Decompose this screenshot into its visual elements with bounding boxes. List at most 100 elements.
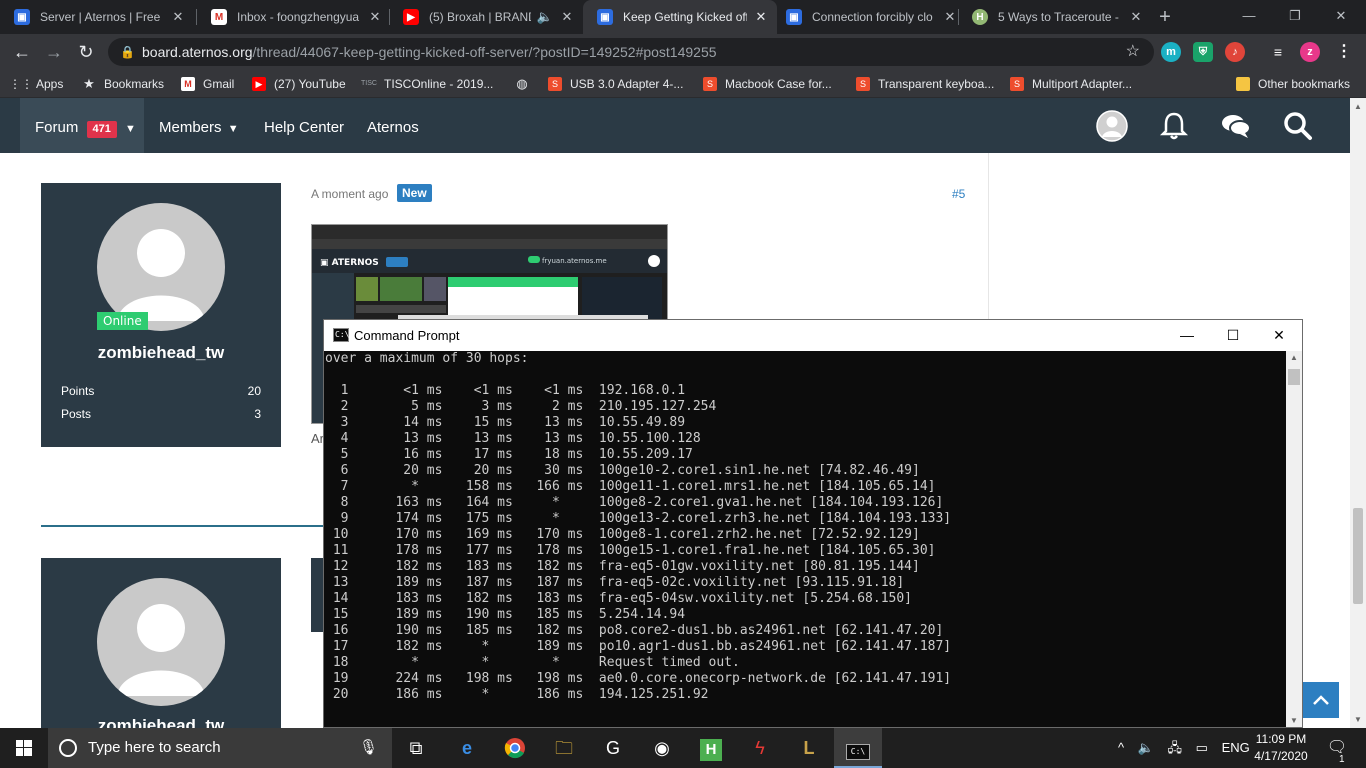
- browser-tab[interactable]: M Inbox - foongzhengyua ✕: [197, 0, 391, 34]
- kebab-menu-icon[interactable]: ⋮: [1334, 42, 1354, 62]
- cmd-scrollbar-thumb[interactable]: [1288, 369, 1300, 385]
- app-bolt-icon[interactable]: ϟ: [736, 728, 784, 768]
- reload-icon[interactable]: ↻: [74, 40, 98, 64]
- notification-badge: 471: [86, 121, 117, 138]
- music-extension-icon[interactable]: ♪: [1225, 42, 1245, 62]
- shield-extension-icon[interactable]: ⛨: [1193, 42, 1213, 62]
- scroll-up-arrow-icon[interactable]: ▲: [1290, 353, 1298, 362]
- app-circle-icon[interactable]: ◉: [638, 728, 686, 768]
- taskbar-clock[interactable]: 11:09 PM 4/17/2020: [1250, 731, 1312, 765]
- browser-tab-active[interactable]: ▣ Keep Getting Kicked off ✕: [583, 0, 777, 34]
- app-g-icon[interactable]: G: [589, 728, 637, 768]
- youtube-icon: ▶: [403, 9, 419, 25]
- bookmark-gmail[interactable]: M Gmail: [181, 70, 234, 98]
- command-prompt-taskbar-icon[interactable]: C:\: [834, 728, 882, 768]
- extension-m-icon[interactable]: m: [1161, 42, 1181, 62]
- cmd-console-output[interactable]: over a maximum of 30 hops: 1 <1 ms <1 ms…: [324, 351, 1286, 727]
- lock-icon[interactable]: 🔒: [120, 38, 135, 66]
- scroll-to-top-button[interactable]: [1303, 682, 1339, 718]
- browser-tab[interactable]: H 5 Ways to Traceroute - ✕: [958, 0, 1152, 34]
- scroll-down-arrow-icon[interactable]: ▼: [1290, 716, 1298, 725]
- chevron-down-icon: ▼: [125, 123, 136, 135]
- svg-text:fryuan.aternos.me: fryuan.aternos.me: [542, 257, 607, 265]
- app-h-icon[interactable]: H: [687, 728, 735, 768]
- minimize-icon[interactable]: —: [1226, 4, 1272, 28]
- post-number-link[interactable]: #5: [952, 187, 965, 201]
- language-indicator[interactable]: ENG: [1222, 740, 1250, 755]
- file-explorer-icon[interactable]: 🗀: [540, 728, 588, 768]
- task-view-icon[interactable]: ⧉: [392, 728, 440, 768]
- bookmark-usb-adapter[interactable]: S USB 3.0 Adapter 4-...: [548, 70, 683, 98]
- bookmark-globe[interactable]: ◍: [515, 70, 537, 98]
- address-bar[interactable]: 🔒 board.aternos.org/thread/44067-keep-ge…: [108, 38, 1154, 66]
- close-icon[interactable]: ✕: [559, 9, 575, 25]
- close-icon[interactable]: ✕: [753, 9, 769, 25]
- bookmark-macbook-case[interactable]: S Macbook Case for...: [703, 70, 832, 98]
- shopee-icon: S: [1010, 77, 1024, 91]
- bookmark-label: USB 3.0 Adapter 4-...: [570, 77, 684, 91]
- restore-icon[interactable]: ❐: [1272, 4, 1318, 28]
- cmd-scrollbar[interactable]: ▲ ▼: [1286, 351, 1302, 727]
- start-button[interactable]: [0, 728, 48, 768]
- new-tab-button[interactable]: +: [1154, 6, 1176, 28]
- bell-icon[interactable]: [1158, 110, 1190, 142]
- nav-forum[interactable]: Forum 471 ▼: [20, 98, 144, 153]
- username[interactable]: zombiehead_tw: [41, 343, 281, 363]
- nav-help-center[interactable]: Help Center: [264, 98, 344, 153]
- media-queue-icon[interactable]: ≡: [1268, 42, 1288, 62]
- scroll-up-arrow-icon[interactable]: ▲: [1354, 102, 1362, 111]
- close-icon[interactable]: ✕: [942, 9, 958, 25]
- search-placeholder: Type here to search: [88, 739, 221, 756]
- forward-icon[interactable]: →: [42, 40, 66, 64]
- microphone-icon[interactable]: 🎙: [359, 728, 378, 768]
- bookmark-apps[interactable]: ⋮⋮ Apps: [9, 70, 63, 98]
- bookmark-label: Multiport Adapter...: [1032, 77, 1133, 91]
- page-scrollbar[interactable]: ▲ ▼: [1350, 98, 1366, 728]
- bookmark-tisconline[interactable]: TISC TISCOnline - 2019...: [361, 70, 493, 98]
- nav-aternos[interactable]: Aternos: [367, 98, 419, 153]
- user-avatar-icon[interactable]: [1096, 110, 1128, 142]
- nav-members[interactable]: Members ▼: [159, 98, 239, 153]
- volume-icon[interactable]: 🔈: [1138, 740, 1154, 755]
- search-icon[interactable]: [1282, 110, 1314, 142]
- conversations-icon[interactable]: [1220, 110, 1252, 142]
- page-scrollbar-thumb[interactable]: [1353, 508, 1363, 604]
- bookmark-multiport-adapter[interactable]: S Multiport Adapter...: [1010, 70, 1132, 98]
- browser-tab[interactable]: ▶ (5) Broxah | BRAND 🔈 ✕: [389, 0, 583, 34]
- bookmark-youtube[interactable]: ▶ (27) YouTube: [252, 70, 346, 98]
- speaker-icon[interactable]: 🔈: [537, 9, 553, 25]
- tab-title: Inbox - foongzhengyua: [237, 10, 360, 24]
- traceroute-hop-line: 19 224 ms 198 ms 198 ms ae0.0.core.oneco…: [325, 671, 952, 686]
- back-icon[interactable]: ←: [10, 40, 34, 64]
- bookmark-transparent-keyboard[interactable]: S Transparent keyboa...: [856, 70, 994, 98]
- close-icon[interactable]: ✕: [1256, 320, 1302, 351]
- taskbar-search-box[interactable]: Type here to search 🎙: [48, 728, 392, 768]
- bookmark-bookmarks[interactable]: ★ Bookmarks: [82, 70, 164, 98]
- close-icon[interactable]: ✕: [367, 9, 383, 25]
- avatar[interactable]: [97, 578, 225, 706]
- minimize-icon[interactable]: —: [1164, 320, 1210, 351]
- close-icon[interactable]: ✕: [170, 9, 186, 25]
- bookmark-label: Bookmarks: [104, 77, 165, 91]
- chrome-icon[interactable]: [491, 728, 539, 768]
- edge-icon[interactable]: e: [443, 728, 491, 768]
- profile-avatar[interactable]: z: [1300, 42, 1320, 62]
- user-posts: Posts 3: [61, 407, 261, 421]
- bookmark-star-icon[interactable]: ☆: [1126, 38, 1140, 66]
- browser-tab[interactable]: ▣ Connection forcibly clo ✕: [772, 0, 966, 34]
- cmd-titlebar[interactable]: C:\ Command Prompt — ☐ ✕: [324, 320, 1302, 351]
- notifications-icon[interactable]: 🗨 1: [1322, 728, 1352, 768]
- close-icon[interactable]: ✕: [1128, 9, 1144, 25]
- battery-icon[interactable]: ▭: [1196, 740, 1208, 755]
- username[interactable]: zombiehead_tw: [41, 716, 281, 728]
- league-of-legends-icon[interactable]: L: [785, 728, 833, 768]
- other-bookmarks[interactable]: Other bookmarks: [1236, 70, 1350, 98]
- aternos-icon: ▣: [597, 9, 613, 25]
- maximize-icon[interactable]: ☐: [1210, 320, 1256, 351]
- network-icon[interactable]: 🖧: [1168, 740, 1183, 755]
- cmd-blank-line: [325, 367, 1286, 383]
- scroll-down-arrow-icon[interactable]: ▼: [1354, 715, 1362, 724]
- close-window-icon[interactable]: ✕: [1318, 4, 1364, 28]
- browser-tab[interactable]: ▣ Server | Aternos | Free M ✕: [0, 0, 194, 34]
- tray-chevron-up-icon[interactable]: ^: [1118, 740, 1124, 755]
